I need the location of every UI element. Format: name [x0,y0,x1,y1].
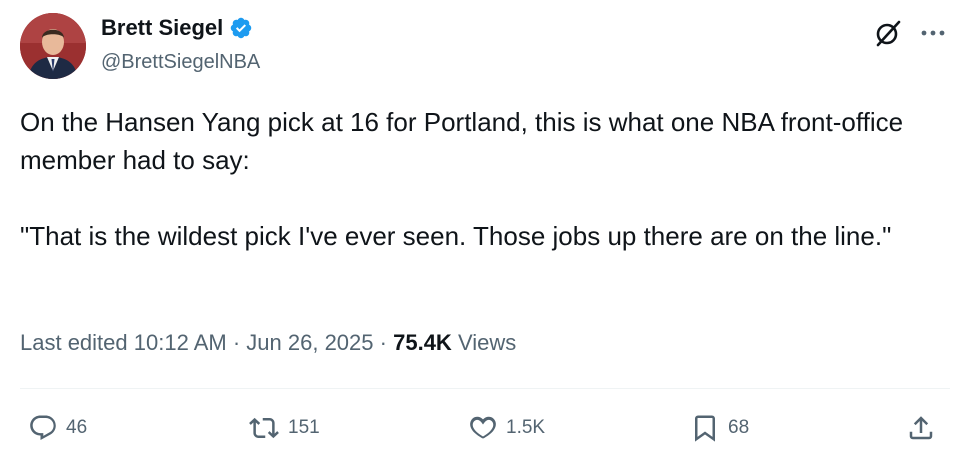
bookmark-icon [695,415,715,442]
reply-count: 46 [66,417,88,438]
meta-separator: · [379,330,387,355]
bookmark-count: 68 [728,417,750,438]
author-display-name[interactable]: Brett Siegel [101,14,223,42]
avatar-image [20,13,86,79]
author-handle[interactable]: @BrettSiegelNBA [101,49,260,75]
views-count: 75.4K [393,330,452,355]
repost-button[interactable]: 151 [248,410,320,446]
tweet-paragraph: "That is the wildest pick I've ever seen… [20,221,892,251]
share-icon [909,416,933,440]
repost-icon [249,417,279,439]
tweet-body: On the Hansen Yang pick at 16 for Portla… [20,103,940,255]
repost-count: 151 [288,417,320,438]
share-button[interactable] [906,410,936,446]
heart-icon [470,416,496,439]
tweet-meta: Last edited 10:12 AM · Jun 26, 2025 · 75… [20,328,516,358]
author-name-row: Brett Siegel [101,14,253,42]
reply-icon [30,415,56,441]
bookmark-button[interactable]: 68 [690,410,749,446]
tweet-paragraph: On the Hansen Yang pick at 16 for Portla… [20,107,904,175]
tweet-date[interactable]: Jun 26, 2025 [246,330,373,355]
edited-label[interactable]: Last edited [20,330,128,355]
tweet-time[interactable]: 10:12 AM [134,330,227,355]
like-count: 1.5K [506,417,546,438]
divider [20,388,950,389]
like-button[interactable]: 1.5K [468,410,545,446]
verified-badge-icon[interactable] [229,16,253,40]
more-icon[interactable] [920,22,946,44]
reply-button[interactable]: 46 [28,410,87,446]
avatar[interactable] [20,13,86,79]
views-label: Views [457,330,517,355]
meta-separator: · [232,330,241,355]
grok-icon[interactable] [872,17,904,49]
tweet-card: Brett Siegel @BrettSiegelNBA On the Hans… [0,0,960,456]
